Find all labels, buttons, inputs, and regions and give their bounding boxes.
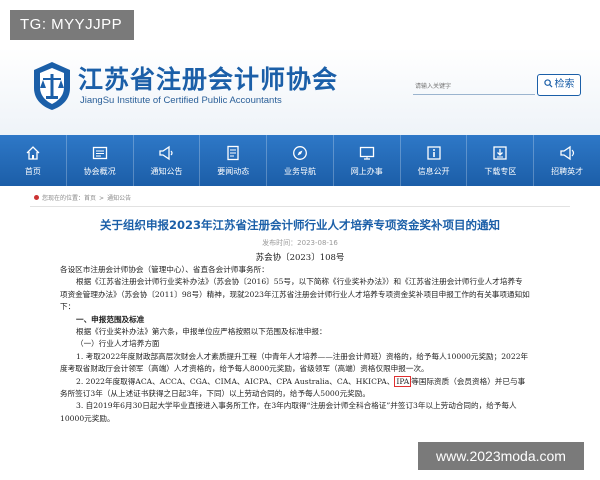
nav-label: 信息公开 <box>417 166 450 176</box>
article-body: 各设区市注册会计师协会（管理中心）、省直各会计师事务所： 根据《江苏省注册会计师… <box>60 264 530 425</box>
megaphone-icon <box>159 145 174 160</box>
nav-item-notices[interactable]: 通知公告 <box>132 135 200 186</box>
nav-label: 招聘英才 <box>551 166 584 176</box>
nav-item-disclosure[interactable]: 信息公开 <box>399 135 467 186</box>
search-button-label: 检索 <box>554 79 575 90</box>
article-date: 发布时间：2023-08-16 <box>262 239 338 247</box>
org-title: 江苏省注册会计师协会 <box>78 65 339 94</box>
item-2-text-a: 2. 2022年度取得ACA、ACCA、CGA、CIMA、AICPA、CPA A… <box>76 376 395 386</box>
breadcrumb-current[interactable]: 通知公告 <box>107 195 131 202</box>
nav-label: 网上办事 <box>350 166 383 176</box>
ipa-highlight: IPA <box>394 375 412 387</box>
nav-item-home[interactable]: 首页 <box>0 135 66 186</box>
breadcrumb: 您现在的位置：首页 > 通知公告 <box>34 193 131 202</box>
download-icon <box>493 145 508 160</box>
nav-label: 要闻动态 <box>217 166 250 176</box>
subsection-heading: （一）行业人才培养方面 <box>76 339 160 349</box>
nav-label: 下载专区 <box>484 166 517 176</box>
nav-label: 首页 <box>24 166 41 176</box>
bullhorn-icon <box>560 145 575 160</box>
breadcrumb-prefix: 您现在的位置： <box>42 195 85 202</box>
screenshot-frame: 江苏省注册会计师协会 JiangSu Institute of Certifie… <box>0 0 600 480</box>
divider <box>30 206 570 207</box>
breadcrumb-separator: > <box>99 195 105 202</box>
nav-item-business[interactable]: 业务导航 <box>266 135 333 186</box>
paragraph-addressee: 各设区市注册会计师协会（管理中心）、省直各会计师事务所： <box>60 265 269 274</box>
institute-logo <box>34 62 70 110</box>
article-title: 关于组织申报2023年江苏省注册会计师行业人才培养专项资金奖补项目的通知 <box>99 218 500 232</box>
nav-item-online[interactable]: 网上办事 <box>332 135 400 186</box>
document-icon <box>227 145 239 160</box>
search-input[interactable] <box>413 78 535 95</box>
grid-icon <box>92 146 107 159</box>
overlay-tag: TG: MYYJJPP <box>10 10 134 40</box>
watermark: www.2023moda.com <box>418 442 584 470</box>
section-heading: 一、申报范围及标准 <box>76 314 145 324</box>
nav-item-recruit[interactable]: 招聘英才 <box>533 135 600 186</box>
home-icon <box>26 145 40 160</box>
info-icon <box>426 145 441 160</box>
paragraph-item-2: 2. 2022年度取得ACA、ACCA、CGA、CIMA、AICPA、CPA A… <box>60 375 530 401</box>
nav-label: 业务导航 <box>284 166 317 176</box>
nav-label: 协会概况 <box>83 166 116 176</box>
paragraph-item-3: 3. 自2019年6月30日起大学毕业直接进入事务所工作，在3年内取得“注册会计… <box>60 401 517 423</box>
document-number: 苏会协〔2023〕108号 <box>255 253 345 263</box>
breadcrumb-home[interactable]: 首页 <box>84 195 96 202</box>
nav-item-downloads[interactable]: 下载专区 <box>466 135 533 186</box>
search-icon <box>543 79 553 88</box>
location-icon <box>34 195 39 200</box>
nav-label: 通知公告 <box>150 166 183 176</box>
nav-item-about[interactable]: 协会概况 <box>65 135 133 186</box>
paragraph-basis: 根据《行业奖补办法》第六条，申报单位应严格按照以下范围及标准申报： <box>76 327 327 337</box>
paragraph-intro: 根据《江苏省注册会计师行业奖补办法》（苏会协〔2016〕55号，以下简称《行业奖… <box>60 277 530 312</box>
monitor-icon <box>359 146 374 160</box>
main-nav: 首页 协会概况 通知公告 要闻动态 业务导航 网上办事 信息公开 下载专区 招聘… <box>0 135 600 186</box>
compass-icon <box>293 145 307 160</box>
search-button[interactable]: 检索 <box>537 74 581 96</box>
paragraph-item-1: 1. 考取2022年度财政部高层次财会人才素质提升工程（中青年人才培养——注册会… <box>60 351 529 374</box>
org-subtitle: JiangSu Institute of Certified Public Ac… <box>80 95 282 106</box>
nav-item-news[interactable]: 要闻动态 <box>199 135 266 186</box>
